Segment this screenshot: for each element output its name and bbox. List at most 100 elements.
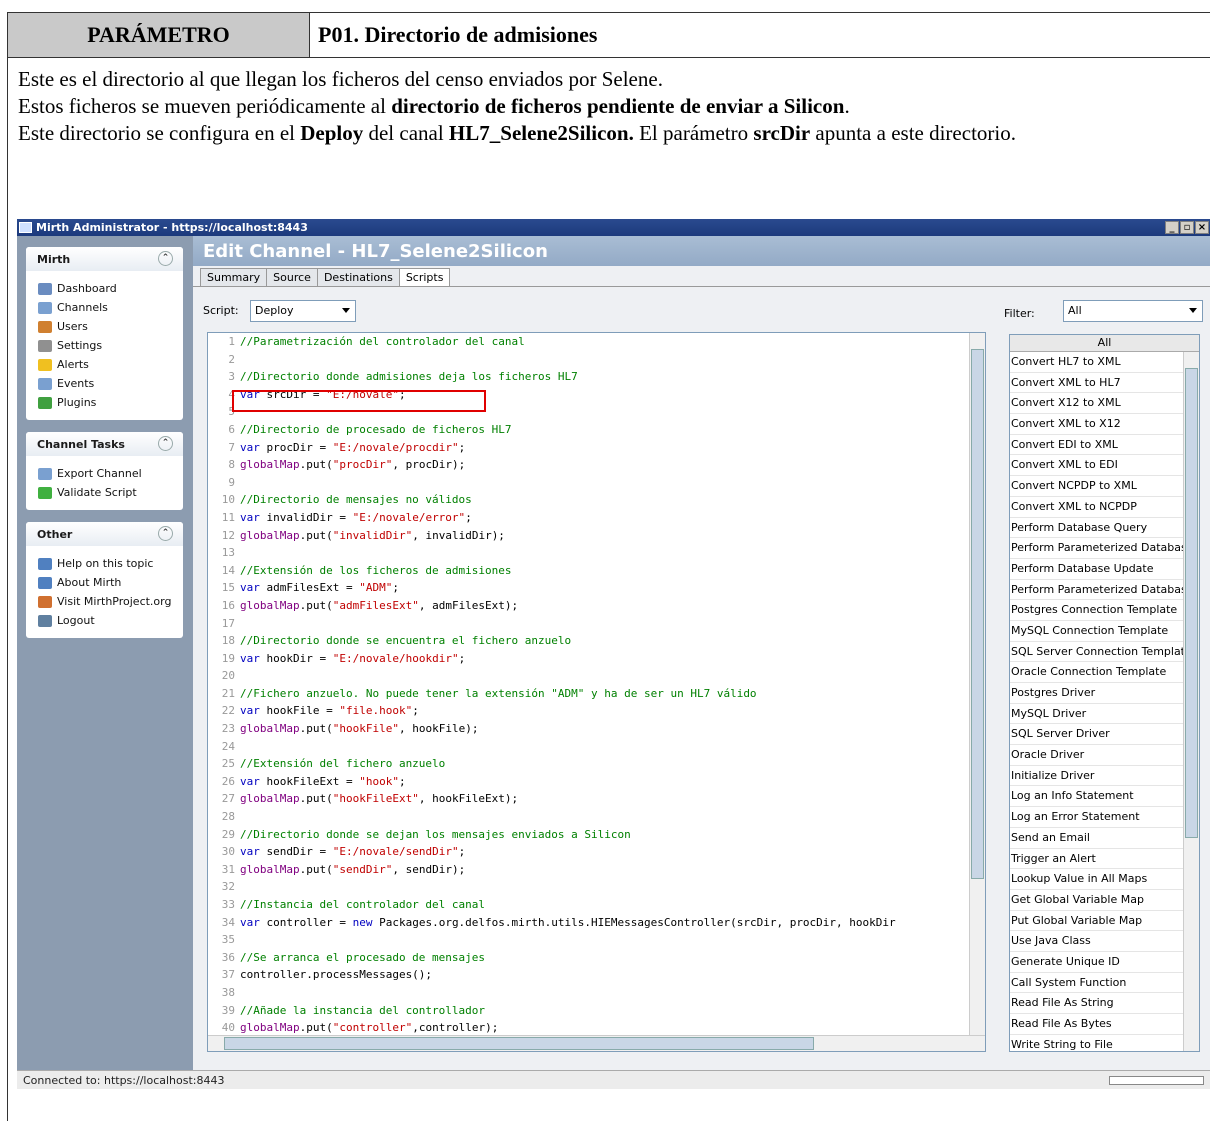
function-list-item[interactable]: MySQL Driver (1010, 704, 1184, 725)
function-list-item[interactable]: Perform Database Update (1010, 559, 1184, 580)
panel-title: Mirth (37, 252, 71, 266)
close-button[interactable]: × (1195, 221, 1209, 234)
line-number: 12 (221, 528, 235, 542)
line-number: 1 (228, 335, 235, 348)
tab-scripts[interactable]: Scripts (398, 268, 451, 286)
function-list-item[interactable]: Postgres Connection Template (1010, 600, 1184, 621)
function-list-item[interactable]: Read File As Bytes (1010, 1014, 1184, 1035)
script-select[interactable]: Deploy (250, 300, 356, 322)
minimize-button[interactable]: _ (1165, 221, 1179, 234)
highlight-box (232, 390, 486, 412)
collapse-icon[interactable]: ⌃ (158, 436, 173, 451)
maximize-button[interactable]: ▫ (1180, 221, 1194, 234)
function-list-item[interactable]: Perform Parameterized Database ... (1010, 538, 1184, 559)
dashboard-icon (38, 282, 52, 295)
script-editor[interactable]: 1 //Parametrización del controlador del c… (207, 332, 986, 1052)
function-list-item[interactable]: Get Global Variable Map (1010, 890, 1184, 911)
function-list-item[interactable]: Oracle Driver (1010, 745, 1184, 766)
line-number: 9 (228, 475, 235, 489)
function-list-item[interactable]: Initialize Driver (1010, 766, 1184, 787)
panel-header[interactable]: Channel Tasks ⌃ (26, 432, 183, 456)
function-list-item[interactable]: SQL Server Driver (1010, 724, 1184, 746)
line-number: 19 (221, 651, 235, 665)
code-line: 24 (208, 738, 985, 756)
function-list-item[interactable]: Read File As String (1010, 993, 1184, 1014)
code-line: 23 globalMap.put("hookFile", hookFile); (208, 720, 985, 738)
editor-vertical-scrollbar[interactable] (969, 333, 985, 1037)
line-number: 13 (221, 546, 235, 560)
description-line-3: Este directorio se configura en el Deplo… (18, 121, 1016, 145)
sidebar-item[interactable]: Plugins (38, 393, 183, 412)
function-list-item[interactable]: Convert XML to EDI (1010, 455, 1184, 477)
function-list-item[interactable]: Use Java Class (1010, 931, 1184, 952)
tab-summary[interactable]: Summary (200, 268, 268, 286)
function-list-item[interactable]: Convert X12 to XML (1010, 393, 1184, 415)
code-text: var procDir = "E:/novale/procdir"; (240, 440, 466, 454)
line-number: 21 (221, 686, 235, 700)
function-list-item[interactable]: Postgres Driver (1010, 683, 1184, 704)
filter-select[interactable]: All (1063, 300, 1203, 322)
editor-horizontal-scrollbar[interactable] (208, 1035, 985, 1051)
function-list-item[interactable]: Convert NCPDP to XML (1010, 476, 1184, 497)
code-line: 9 (208, 474, 985, 492)
sidebar-item-label: Plugins (57, 396, 97, 409)
sidebar-item[interactable]: Help on this topic (38, 554, 183, 573)
code-line: 33 //Instancia del controlador del canal (208, 896, 985, 914)
function-list-item[interactable]: Trigger an Alert (1010, 849, 1184, 870)
function-list-item[interactable]: Log an Info Statement (1010, 786, 1184, 808)
sidebar-panel: Other ⌃ Help on this topic About Mirth Visit… (26, 522, 183, 638)
collapse-icon[interactable]: ⌃ (158, 526, 173, 541)
function-list-item[interactable]: Convert XML to X12 (1010, 414, 1184, 435)
function-list-item[interactable]: Convert EDI to XML (1010, 435, 1184, 456)
function-list-item[interactable]: Put Global Variable Map (1010, 911, 1184, 932)
code-line: 30 var sendDir = "E:/novale/sendDir"; (208, 843, 985, 861)
panel-header[interactable]: Other ⌃ (26, 522, 183, 546)
function-list-item[interactable]: Perform Database Query (1010, 518, 1184, 539)
plugins-icon (38, 396, 52, 409)
function-list-item[interactable]: Write String to File (1010, 1035, 1184, 1051)
description-line-1: Este es el directorio al que llegan los … (18, 67, 663, 91)
function-list-item[interactable]: Perform Parameterized Database ... (1010, 580, 1184, 601)
sidebar-item[interactable]: Users (38, 317, 183, 336)
code-line: 17 (208, 615, 985, 633)
tab-destinations[interactable]: Destinations (316, 268, 400, 286)
function-list-item[interactable]: Generate Unique ID (1010, 952, 1184, 973)
sidebar-item[interactable]: Settings (38, 336, 183, 355)
line-number: 24 (221, 739, 235, 753)
line-number: 3 (228, 370, 235, 384)
tab-source[interactable]: Source (266, 268, 318, 286)
sidebar-item[interactable]: Visit MirthProject.org (38, 592, 183, 611)
function-list-item[interactable]: Send an Email (1010, 828, 1184, 849)
function-list-item[interactable]: MySQL Connection Template (1010, 621, 1184, 642)
scroll-thumb[interactable] (1185, 368, 1198, 838)
code-line: 27 globalMap.put("hookFileExt", hookFileE… (208, 790, 985, 808)
code-line: 16 globalMap.put("admFilesExt", admFilesE… (208, 597, 985, 615)
code-area: 1 //Parametrización del controlador del c… (208, 333, 985, 1037)
window-controls: _ ▫ × (1165, 221, 1210, 234)
function-list-item[interactable]: Lookup Value in All Maps (1010, 869, 1184, 890)
sidebar-item[interactable]: Alerts (38, 355, 183, 374)
line-number: 28 (221, 810, 235, 824)
function-list-item[interactable]: Convert HL7 to XML (1010, 352, 1184, 373)
function-list-item[interactable]: SQL Server Connection Template (1010, 642, 1184, 663)
panel-header[interactable]: Mirth ⌃ (26, 247, 183, 271)
scroll-thumb[interactable] (224, 1037, 814, 1050)
sidebar-item[interactable]: Export Channel (38, 464, 183, 483)
sidebar-item[interactable]: Events (38, 374, 183, 393)
sidebar-item[interactable]: Logout (38, 611, 183, 630)
function-list-item[interactable]: Oracle Connection Template (1010, 662, 1184, 683)
sidebar-item[interactable]: Channels (38, 298, 183, 317)
function-list-item[interactable]: Convert XML to NCPDP (1010, 497, 1184, 518)
function-list-item[interactable]: Log an Error Statement (1010, 807, 1184, 828)
function-list-scrollbar[interactable] (1183, 352, 1199, 1051)
sidebar-item[interactable]: About Mirth (38, 573, 183, 592)
code-text: //Extensión del fichero anzuelo (240, 757, 446, 771)
export-channel-icon (38, 467, 52, 480)
sidebar-item[interactable]: Validate Script (38, 483, 183, 502)
sidebar-item[interactable]: Dashboard (38, 279, 183, 298)
function-list-item[interactable]: Convert XML to HL7 (1010, 373, 1184, 394)
scroll-thumb[interactable] (971, 349, 984, 879)
collapse-icon[interactable]: ⌃ (158, 251, 173, 266)
function-list-item[interactable]: Call System Function (1010, 973, 1184, 994)
